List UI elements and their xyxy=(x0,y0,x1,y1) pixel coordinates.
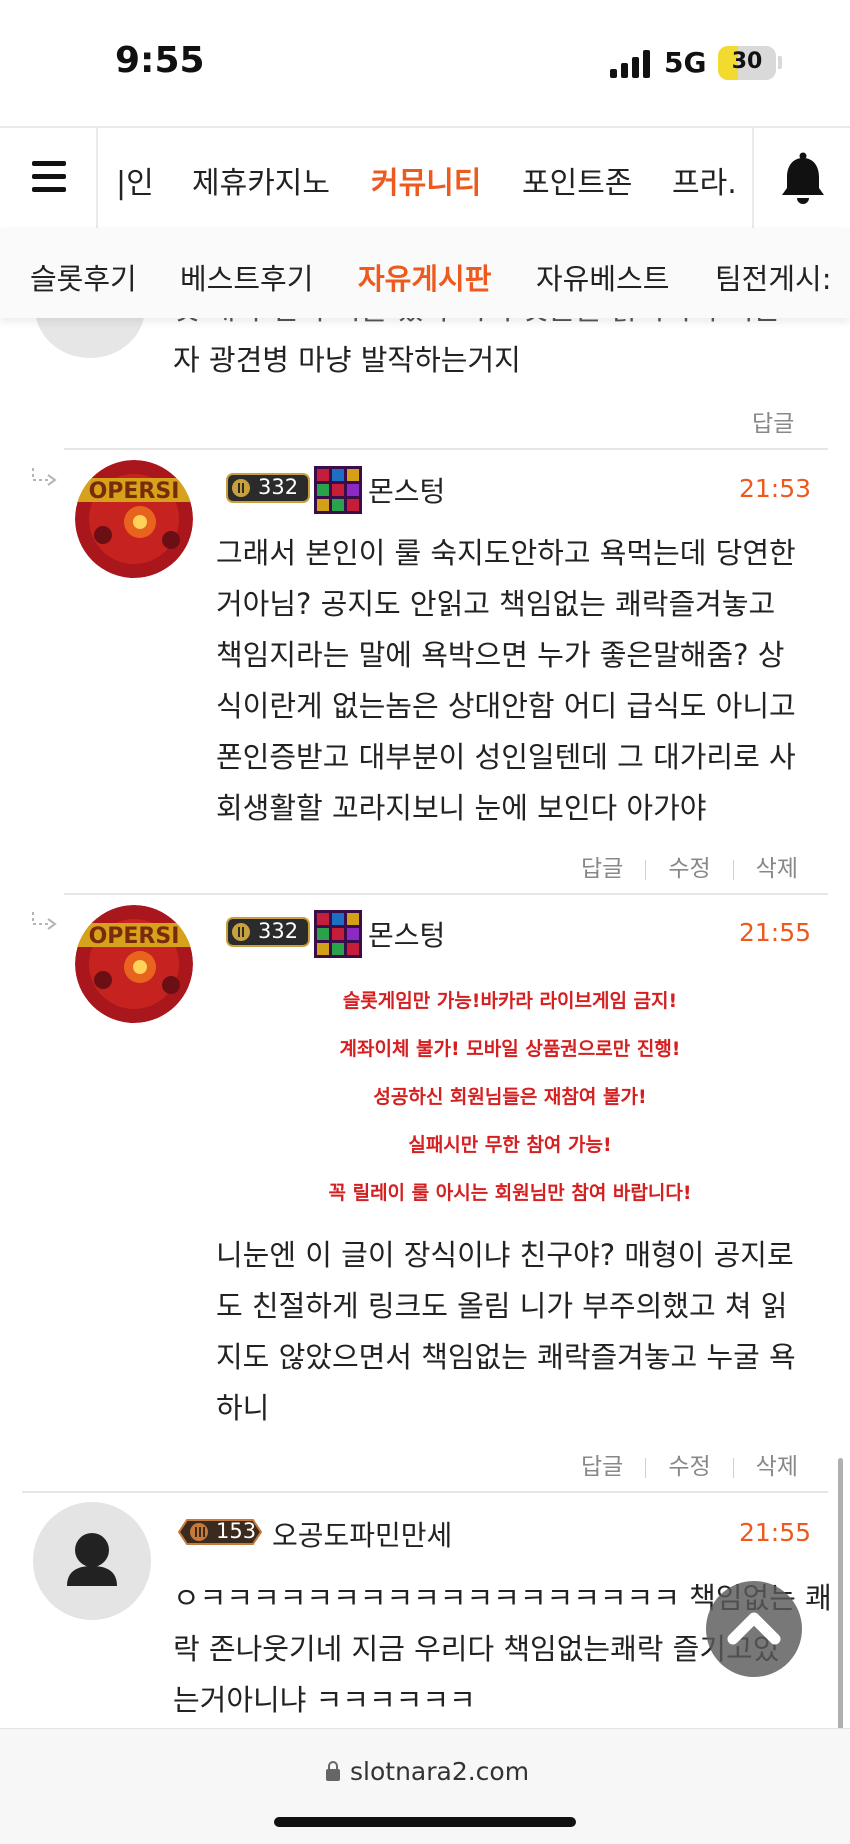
chevron-up-icon xyxy=(727,1612,781,1645)
avatar[interactable]: OPERSI xyxy=(75,460,193,578)
level-badge: 332 xyxy=(226,916,310,948)
notice-line: 실패시만 무한 참여 가능! xyxy=(408,1134,612,1156)
game-icon xyxy=(314,466,362,514)
comment-time: 21:55 xyxy=(739,1518,812,1547)
scroll-top-button[interactable] xyxy=(706,1581,802,1677)
nav-item-partial[interactable]: |인 xyxy=(116,158,154,202)
notice-line: 계좌이체 불가! 모바일 상품권으로만 진행! xyxy=(339,1038,681,1060)
hamburger-menu-icon[interactable] xyxy=(0,128,98,228)
notice-line: 꼭 릴레이 룰 아시는 회원님만 참여 바랍니다! xyxy=(328,1182,692,1204)
reply-button[interactable]: 답글 xyxy=(752,404,794,438)
divider xyxy=(64,448,828,450)
main-nav-items: |인 제휴카지노 커뮤니티 포인트존 프라. xyxy=(98,128,752,228)
tab-best-review[interactable]: 베스트후기 xyxy=(180,256,313,298)
tab-team-board[interactable]: 팀전게시: xyxy=(715,256,832,298)
svg-text:OPERSI: OPERSI xyxy=(89,479,180,504)
comment-text-line: 회생활할 꼬라지보니 눈에 보인다 아가야 xyxy=(216,791,707,825)
delete-button[interactable]: 삭제 xyxy=(756,1447,798,1481)
comment-text-line: 자 광견병 마냥 발작하는거지 xyxy=(173,343,521,377)
tab-slot-review[interactable]: 슬롯후기 xyxy=(30,256,137,298)
comment-actions: 답글 xyxy=(752,404,794,438)
lock-icon xyxy=(326,1761,340,1781)
reply-button[interactable]: 답글 xyxy=(581,1447,623,1481)
comment-author[interactable]: 오공도파민만세 xyxy=(272,1514,452,1554)
comment-time: 21:53 xyxy=(739,474,812,503)
nav-item-community[interactable]: 커뮤니티 xyxy=(371,158,481,202)
delete-button[interactable]: 삭제 xyxy=(756,849,798,883)
nav-item-point-zone[interactable]: 포인트존 xyxy=(522,158,632,202)
tab-free-best[interactable]: 자유베스트 xyxy=(536,256,669,298)
svg-text:OPERSI: OPERSI xyxy=(89,924,180,949)
comment-actions: 답글 수정 삭제 xyxy=(581,1447,798,1481)
level-number: 332 xyxy=(258,919,299,943)
comment-text-line: 니눈엔 이 글이 장식이냐 친구야? 매형이 공지로 xyxy=(216,1238,794,1272)
url-text[interactable]: slotnara2.com xyxy=(350,1757,529,1786)
comment-text-line: 책임지라는 말에 욕박으면 누가 좋은말해줌? 상 xyxy=(216,638,785,672)
level-badge: 153 xyxy=(175,1516,265,1548)
level-number: 332 xyxy=(258,475,299,499)
home-indicator[interactable] xyxy=(274,1817,576,1827)
user-silhouette-icon[interactable] xyxy=(33,1502,151,1620)
status-time: 9:55 xyxy=(115,40,205,81)
comment-time: 21:55 xyxy=(739,918,812,947)
comment-text-line: 는거아니냐 ㅋㅋㅋㅋㅋㅋ xyxy=(173,1683,476,1717)
bell-icon[interactable] xyxy=(752,128,850,228)
edit-button[interactable]: 수정 xyxy=(668,849,710,883)
comment-text-line: 지도 않았으면서 책임없는 쾌락즐겨놓고 누굴 욕 xyxy=(216,1340,796,1374)
comment-author[interactable]: 몬스텅 xyxy=(368,470,445,510)
nav-item-partner-casino[interactable]: 제휴카지노 xyxy=(192,158,330,202)
comment-text-line: 거아님? 공지도 안읽고 책임없는 쾌락즐겨놓고 xyxy=(216,587,776,621)
comment-text-line: 것 내가 인저 시물 쳤다 시기 엇글을 밝히되니 니는 xyxy=(173,318,780,335)
avatar[interactable]: OPERSI xyxy=(75,905,193,1023)
comment-text-line: 식이란게 없는놈은 상대안함 어디 급식도 아니고 xyxy=(216,689,796,723)
reply-button[interactable]: 답글 xyxy=(581,849,623,883)
battery-level: 30 xyxy=(731,49,763,74)
battery-tip xyxy=(778,56,782,69)
battery-icon: 30 xyxy=(718,46,776,80)
comment-text-line: 락 존나웃기네 지금 우리다 책임없는쾌락 즐기고있 xyxy=(173,1632,780,1666)
reply-arrow-icon xyxy=(30,910,58,940)
comment-actions: 답글 수정 삭제 xyxy=(581,849,798,883)
comment-author[interactable]: 몬스텅 xyxy=(368,914,445,954)
game-icon xyxy=(314,910,362,958)
comment-text-line: 폰인증받고 대부분이 성인일텐데 그 대가리로 사 xyxy=(216,740,796,774)
level-badge: 332 xyxy=(226,472,310,504)
board-tabs: 슬롯후기 베스트후기 자유게시판 자유베스트 팀전게시: xyxy=(0,228,850,318)
edit-button[interactable]: 수정 xyxy=(668,1447,710,1481)
reply-arrow-icon xyxy=(30,466,58,496)
signal-icon xyxy=(610,50,654,78)
comment-text-line: 그래서 본인이 룰 숙지도안하고 욕먹는데 당연한 xyxy=(216,536,796,570)
comment-text-line: 하니 xyxy=(216,1391,270,1425)
notice-line: 성공하신 회원님들은 재참여 불가! xyxy=(373,1086,647,1108)
divider xyxy=(22,1491,828,1493)
divider xyxy=(64,893,828,895)
avatar xyxy=(35,318,145,358)
comment-list: 것 내가 인저 시물 쳤다 시기 엇글을 밝히되니 니는 자 광견병 마냥 발작… xyxy=(0,318,850,1728)
level-number: 153 xyxy=(216,1519,257,1543)
notice-line: 슬롯게임만 가능!바카라 라이브게임 금지! xyxy=(342,990,678,1012)
main-nav: |인 제휴카지노 커뮤니티 포인트존 프라. xyxy=(0,126,850,230)
nav-item-premium[interactable]: 프라. xyxy=(672,158,737,202)
scrollbar[interactable] xyxy=(838,1458,843,1728)
comment-text-line: 도 친절하게 링크도 올림 니가 부주의했고 쳐 읽 xyxy=(216,1289,788,1323)
browser-address-bar[interactable]: slotnara2.com xyxy=(0,1728,850,1844)
tab-free-board[interactable]: 자유게시판 xyxy=(358,256,491,298)
status-bar: 9:55 5G 30 xyxy=(0,0,850,126)
network-type: 5G xyxy=(664,46,707,79)
